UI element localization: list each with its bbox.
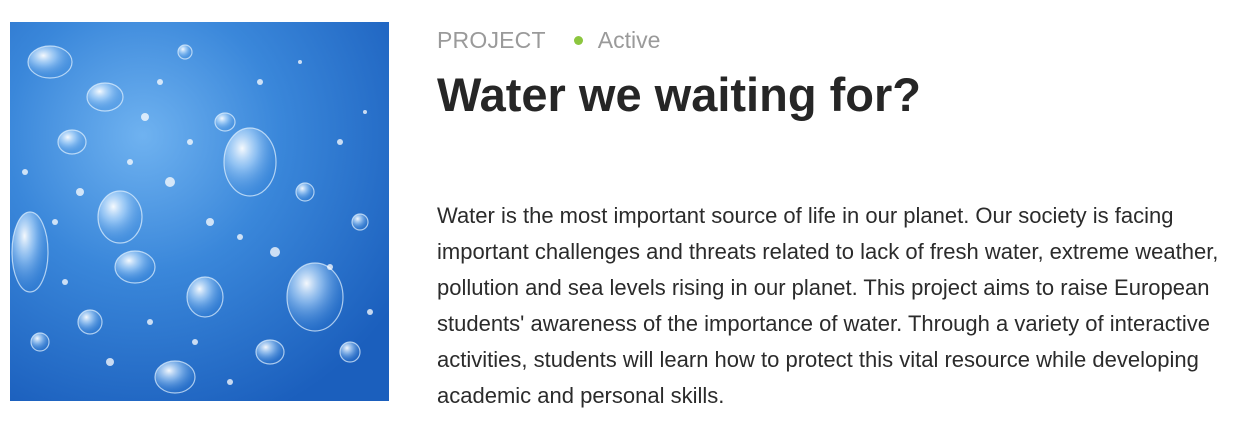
- project-meta: PROJECT Active: [437, 22, 1247, 58]
- project-title[interactable]: Water we waiting for?: [437, 68, 1247, 122]
- project-image: [10, 22, 389, 401]
- status-label: Active: [597, 26, 661, 53]
- water-bubbles-illustration: [10, 22, 389, 401]
- status-dot-icon: [573, 35, 583, 45]
- project-type-label: PROJECT: [437, 26, 546, 53]
- project-description: Water is the most important source of li…: [437, 203, 1219, 408]
- project-details: PROJECT Active Water we waiting for? Wat…: [437, 22, 1247, 414]
